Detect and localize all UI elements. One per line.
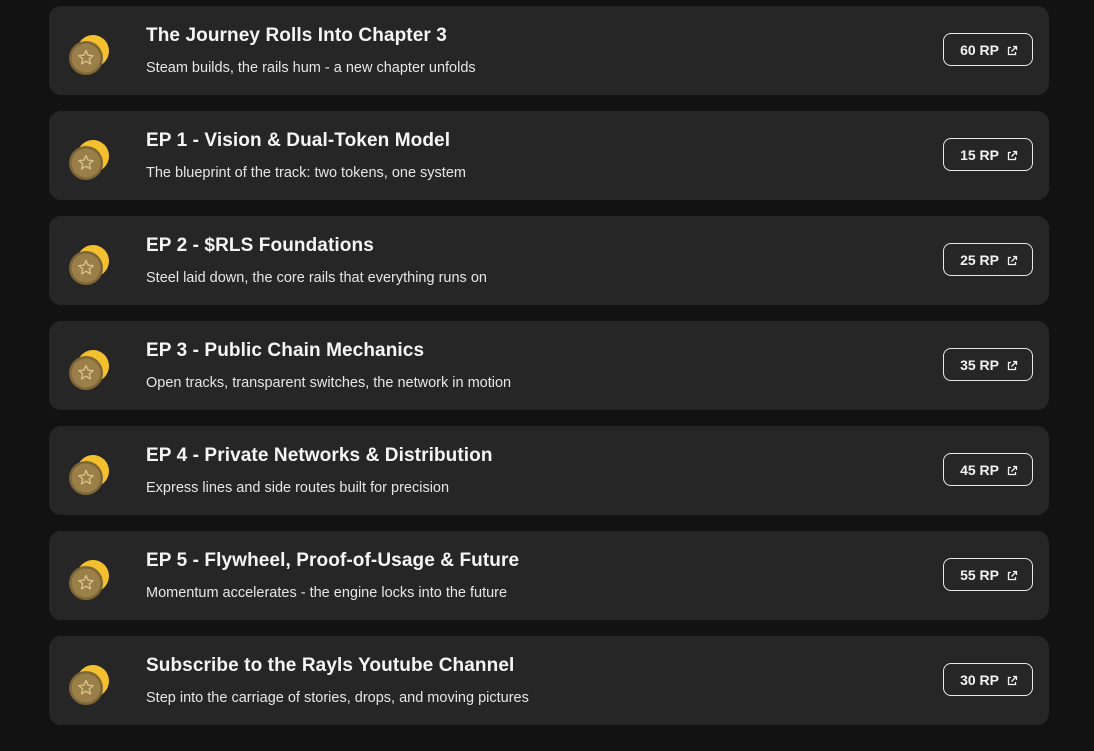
star-coin-icon bbox=[67, 244, 111, 286]
reward-points-label: 55 RP bbox=[960, 566, 999, 583]
reward-points-label: 60 RP bbox=[960, 41, 999, 58]
star-coin-icon bbox=[67, 454, 111, 496]
quest-card[interactable]: EP 2 - $RLS Foundations Steel laid down,… bbox=[49, 216, 1049, 305]
external-link-icon bbox=[1006, 464, 1018, 476]
star-coin-icon bbox=[67, 664, 111, 706]
quest-title: EP 5 - Flywheel, Proof-of-Usage & Future bbox=[146, 550, 520, 571]
reward-points-button[interactable]: 35 RP bbox=[943, 348, 1033, 381]
external-link-icon bbox=[1006, 254, 1018, 266]
external-link-icon bbox=[1006, 149, 1018, 161]
reward-points-button[interactable]: 25 RP bbox=[943, 243, 1033, 276]
star-coin-icon bbox=[67, 34, 111, 76]
reward-points-button[interactable]: 60 RP bbox=[943, 33, 1033, 66]
reward-points-button[interactable]: 15 RP bbox=[943, 138, 1033, 171]
reward-points-button[interactable]: 30 RP bbox=[943, 663, 1033, 696]
quest-subtitle: Open tracks, transparent switches, the n… bbox=[146, 375, 512, 391]
external-link-icon bbox=[1006, 44, 1018, 56]
quest-title: EP 4 - Private Networks & Distribution bbox=[146, 445, 493, 466]
quest-subtitle: Step into the carriage of stories, drops… bbox=[146, 690, 529, 706]
reward-points-button[interactable]: 55 RP bbox=[943, 558, 1033, 591]
star-coin-icon bbox=[67, 559, 111, 601]
quest-subtitle: Express lines and side routes built for … bbox=[146, 480, 450, 496]
quest-subtitle: Steam builds, the rails hum - a new chap… bbox=[146, 60, 476, 76]
external-link-icon bbox=[1006, 359, 1018, 371]
reward-points-label: 45 RP bbox=[960, 461, 999, 478]
external-link-icon bbox=[1006, 674, 1018, 686]
quest-card[interactable]: Subscribe to the Rayls Youtube Channel S… bbox=[49, 636, 1049, 725]
quest-title: EP 1 - Vision & Dual-Token Model bbox=[146, 130, 451, 151]
quest-title: EP 2 - $RLS Foundations bbox=[146, 235, 374, 256]
quest-title: EP 3 - Public Chain Mechanics bbox=[146, 340, 425, 361]
quest-card[interactable]: EP 1 - Vision & Dual-Token Model The blu… bbox=[49, 111, 1049, 200]
quest-subtitle: The blueprint of the track: two tokens, … bbox=[146, 165, 466, 181]
reward-points-label: 35 RP bbox=[960, 356, 999, 373]
quest-subtitle: Steel laid down, the core rails that eve… bbox=[146, 270, 487, 286]
quest-card[interactable]: EP 5 - Flywheel, Proof-of-Usage & Future… bbox=[49, 531, 1049, 620]
star-coin-icon bbox=[67, 349, 111, 391]
star-coin-icon bbox=[67, 139, 111, 181]
quest-card[interactable]: EP 3 - Public Chain Mechanics Open track… bbox=[49, 321, 1049, 410]
quest-list: The Journey Rolls Into Chapter 3 Steam b… bbox=[49, 6, 1049, 741]
quest-card[interactable]: The Journey Rolls Into Chapter 3 Steam b… bbox=[49, 6, 1049, 95]
quest-subtitle: Momentum accelerates - the engine locks … bbox=[146, 585, 508, 601]
external-link-icon bbox=[1006, 569, 1018, 581]
reward-points-label: 30 RP bbox=[960, 671, 999, 688]
reward-points-label: 25 RP bbox=[960, 251, 999, 268]
reward-points-button[interactable]: 45 RP bbox=[943, 453, 1033, 486]
quest-card[interactable]: EP 4 - Private Networks & Distribution E… bbox=[49, 426, 1049, 515]
reward-points-label: 15 RP bbox=[960, 146, 999, 163]
quest-title: Subscribe to the Rayls Youtube Channel bbox=[146, 655, 515, 676]
quest-title: The Journey Rolls Into Chapter 3 bbox=[146, 25, 447, 46]
